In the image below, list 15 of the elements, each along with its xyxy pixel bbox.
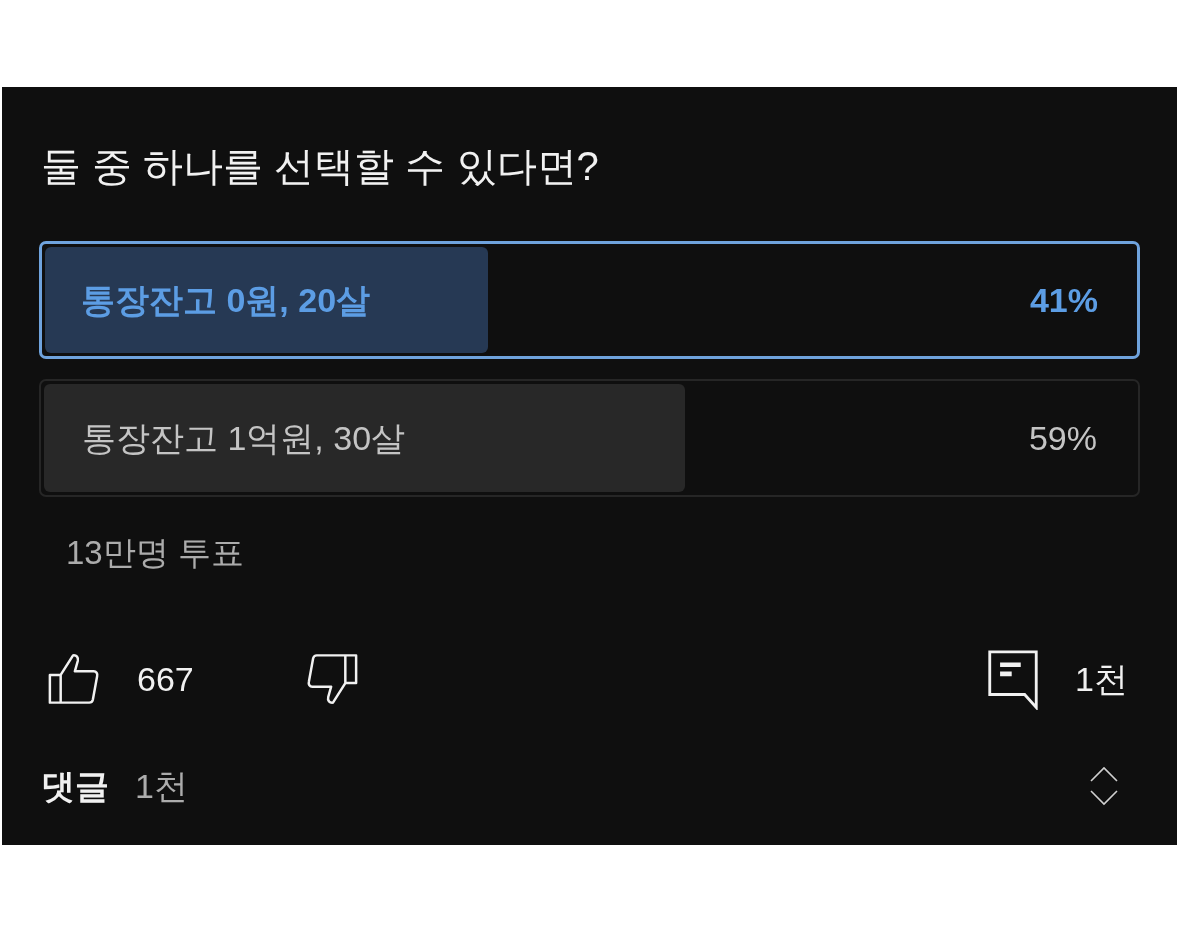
expand-button[interactable] bbox=[1090, 766, 1118, 806]
poll-question: 둘 중 하나를 선택할 수 있다면? bbox=[40, 143, 600, 190]
comments-count: 1천 bbox=[135, 766, 188, 807]
vote-count: 13만명 투표 bbox=[65, 533, 244, 573]
comment-button[interactable]: 1천 bbox=[987, 648, 1128, 710]
poll-option[interactable]: 통장잔고 0원, 20살 41% bbox=[39, 241, 1140, 359]
like-button[interactable]: 667 bbox=[45, 652, 194, 706]
poll-option[interactable]: 통장잔고 1억원, 30살 59% bbox=[39, 379, 1140, 497]
chevron-up-down-icon bbox=[1090, 766, 1118, 806]
vote-percentage: 41% bbox=[1029, 280, 1099, 321]
option-label: 통장잔고 1억원, 30살 bbox=[81, 418, 406, 459]
comment-icon bbox=[987, 648, 1040, 710]
option-label: 통장잔고 0원, 20살 bbox=[80, 280, 371, 321]
vote-percentage: 59% bbox=[1028, 418, 1098, 459]
comments-label: 댓글 bbox=[40, 766, 109, 807]
